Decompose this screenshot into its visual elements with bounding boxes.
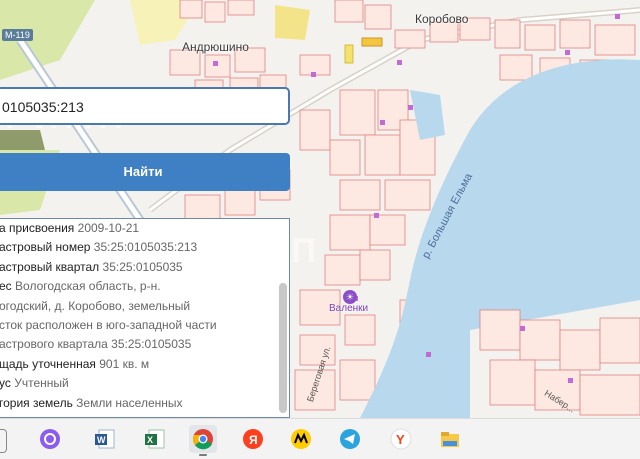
- svg-text:Y: Y: [396, 432, 405, 447]
- excel-icon[interactable]: X: [141, 425, 169, 453]
- result-scrollbar[interactable]: [279, 223, 287, 415]
- result-list: а присвоения 2009-10-21 астровый номер 3…: [0, 219, 277, 413]
- svg-text:Я: Я: [249, 433, 258, 447]
- yandex-icon[interactable]: Я: [239, 425, 267, 453]
- active-indicator: [199, 454, 207, 456]
- result-row: огодский, д. Коробово, земельный: [0, 298, 191, 313]
- svg-text:X: X: [147, 435, 153, 445]
- result-row: ес Вологодская область, р-н.: [0, 279, 161, 294]
- result-row: сток расположен в юго-западной части: [0, 318, 217, 333]
- result-row: ус Учтенный: [0, 376, 69, 391]
- poi-label: Валенки: [329, 303, 369, 314]
- shop-icon: ☀: [343, 290, 357, 304]
- file-explorer-icon[interactable]: [436, 425, 464, 453]
- scroll-thumb[interactable]: [279, 283, 287, 413]
- poi-marker[interactable]: ☀ Валенки: [329, 287, 368, 314]
- taskbar: W X Я Y: [0, 418, 640, 459]
- word-icon[interactable]: W: [91, 425, 119, 453]
- road-badge: М-119: [2, 29, 33, 41]
- alice-icon[interactable]: [36, 425, 64, 453]
- yandex-market-icon[interactable]: [287, 425, 315, 453]
- yandex-browser-icon[interactable]: Y: [387, 425, 415, 453]
- chrome-icon[interactable]: [189, 425, 217, 456]
- result-row: гория земель Земли населенных: [0, 395, 183, 410]
- svg-text:W: W: [97, 435, 106, 445]
- result-row: астрового квартала 35:25:0105035: [0, 337, 192, 352]
- result-row: астровый номер 35:25:0105035:213: [0, 240, 198, 255]
- result-row: астровый квартал 35:25:0105035: [0, 259, 183, 274]
- place-label-korobovo: Коробово: [415, 12, 469, 26]
- result-panel: а присвоения 2009-10-21 астровый номер 3…: [0, 218, 290, 418]
- taskbar-search-edge[interactable]: [0, 429, 7, 453]
- result-row: щадь уточненная 901 кв. м: [0, 356, 150, 371]
- place-label-andryushino: Андрюшино: [182, 40, 249, 54]
- cadastral-search-input[interactable]: 0105035:213: [0, 87, 290, 125]
- find-button[interactable]: Найти: [0, 153, 290, 191]
- result-row: а присвоения 2009-10-21: [0, 221, 140, 235]
- telegram-icon[interactable]: [336, 425, 364, 453]
